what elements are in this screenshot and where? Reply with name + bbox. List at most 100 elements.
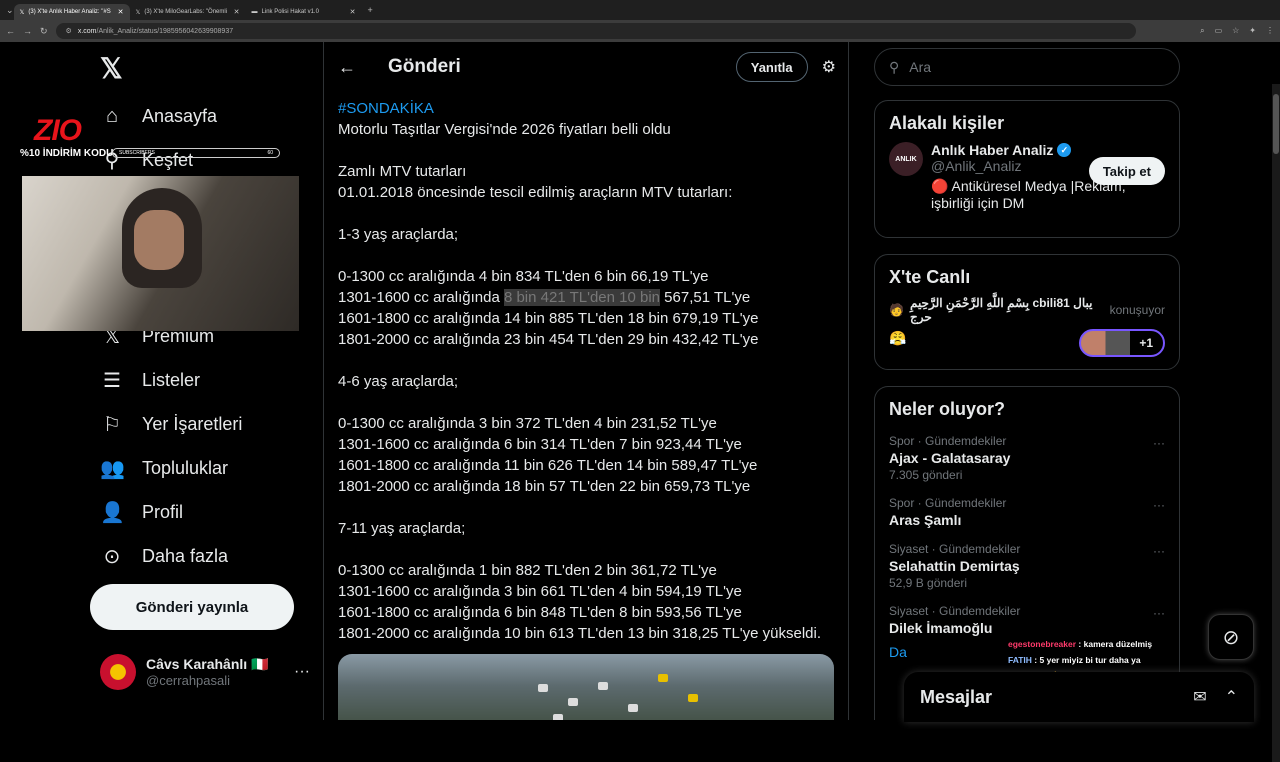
nav-item-communities[interactable]: 👥 Topluluklar [90,446,242,490]
follow-button[interactable]: Takip et [1088,157,1165,185]
account-switcher[interactable]: Câvs Karahânlı 🇮🇹 @cerrahpasali ··· [100,654,310,690]
nav-item-bookmarks[interactable]: ⚐ Yer İşaretleri [90,402,242,446]
trend-title: Ajax - Galatasaray [889,450,1011,466]
trend-item[interactable]: Siyaset · Gündemdekiler Selahattin Demirt… [875,536,1179,598]
live-space-line[interactable]: 🧑 بِسْمِ اللَّهِ الرَّحْمَنِ الرَّحِيمِ … [875,296,1179,324]
address-bar[interactable]: ⚙ x.com/Anlik_Analiz/status/198595604263… [55,23,1136,39]
back-arrow-icon[interactable]: ← [6,26,15,36]
tab-favicon-icon: ▬ [251,9,258,15]
nav-item-more[interactable]: ⊙ Daha fazla [90,534,242,578]
trend-category: Spor · Gündemdekiler [889,496,1007,510]
post-text: #SONDAKİKA Motorlu Taşıtlar Vergisi'nde … [338,98,838,644]
trend-count: 7.305 gönderi [889,468,963,482]
chat-text: 5 yer miyiz bi tur daha ya [1039,654,1141,665]
x-logo-icon[interactable]: 𝕏 [100,52,123,85]
browser-tab-strip: ⌄ 𝕏 (3) X'te Anlık Haber Analiz: "#S ✕ 𝕏 (3… [0,0,1280,20]
host-avatar: 🧑 [889,303,904,317]
post-line [338,245,838,266]
grok-icon[interactable]: ⊘ [1208,614,1254,660]
nav-item-lists[interactable]: ☰ Listeler [90,358,242,402]
zoom-icon[interactable]: ⌕ [1200,26,1204,36]
card-title: X'te Canlı [889,267,971,287]
back-arrow-icon[interactable]: ← [338,57,378,78]
more-icon[interactable]: ··· [1153,606,1165,620]
post-line: 0-1300 cc aralığında 1 bin 882 TL'den 2 … [338,562,717,579]
post-line: Zamlı MTV tutarları [338,163,467,180]
line-part: 567,51 TL'ye [660,289,751,306]
close-icon[interactable]: ✕ [350,8,356,16]
forward-arrow-icon[interactable]: → [23,26,32,36]
nav-item-home[interactable]: ⌂ Anasayfa [90,94,217,138]
browser-tab-2[interactable]: 𝕏 (3) X'te MiloGearLabs: "Önemli ✕ [130,4,246,20]
post-line: 1601-1800 cc aralığında 14 bin 885 TL'de… [338,310,759,327]
messages-title: Mesajlar [920,686,993,707]
text-selection: 8 bin 421 TL'den 10 bin [503,289,661,306]
reply-button[interactable]: Yanıtla [735,52,808,82]
url-domain: x.com [77,27,97,35]
cast-icon[interactable]: ▭ [1215,26,1223,36]
chat-message: FATIH : 5 yer miyiz bi tur daha ya [1008,654,1141,665]
profile-name: Câvs Karahânlı 🇮🇹 [146,656,269,672]
post-button[interactable]: Gönderi yayınla [90,584,294,630]
new-message-icon[interactable]: ✉ [1193,687,1206,707]
new-tab-icon[interactable]: + [368,5,373,15]
trend-item[interactable]: Spor · Gündemdekiler Aras Şamlı ··· [875,490,1179,536]
chat-message: egestonebreaker : kamera düzelmiş [1008,639,1153,649]
scrollbar-thumb[interactable] [1273,94,1279,154]
tab-favicon-icon: 𝕏 [135,9,141,16]
search-input[interactable]: ⚲ Ara [874,48,1180,86]
expand-icon[interactable]: ⌃ [1225,687,1238,707]
more-icon[interactable]: ··· [1153,436,1165,450]
browser-tab-1[interactable]: 𝕏 (3) X'te Anlık Haber Analiz: "#S ✕ [13,4,130,20]
tab-search-icon[interactable]: ⌄ [6,5,14,16]
post-line [338,539,838,560]
post-line: 1801-2000 cc aralığında 10 bin 613 TL'de… [338,625,822,642]
tab-favicon-icon: 𝕏 [19,9,25,16]
extensions-icon[interactable]: ✦ [1249,26,1256,36]
post-line [338,140,838,161]
trend-category: Spor · Gündemdekiler [889,434,1007,448]
nav-item-profile[interactable]: 👤 Profil [90,490,242,534]
site-info-icon: ⚙ [65,28,72,35]
nav-label: Yer İşaretleri [142,413,243,434]
close-icon[interactable]: ✕ [118,8,124,16]
list-icon: ☰ [103,369,121,392]
menu-icon[interactable]: ⋮ [1266,26,1274,36]
scrollbar[interactable] [1272,84,1280,762]
profile-handle: @cerrahpasali [146,673,231,688]
post-column: ← Gönderi Yanıtla ⚙ #SONDAKİKA Motorlu T… [323,42,849,720]
settings-sliders-icon[interactable]: ⚙ [822,57,836,77]
browser-toolbar: ← → ↻ ⚙ x.com/Anlik_Analiz/status/198595… [0,20,1280,42]
communities-icon: 👥 [100,457,125,480]
home-icon: ⌂ [105,104,119,127]
nav-label: Topluluklar [142,457,229,478]
related-people-card: Alakalı kişiler ANLIK Anlık Haber Analiz… [874,100,1180,238]
hashtag-link[interactable]: #SONDAKİKA [338,98,838,119]
more-circle-icon: ⊙ [103,545,121,568]
close-icon[interactable]: ✕ [234,8,240,16]
browser-tab-3[interactable]: ▬ Link Polisi Hakat v1.0 ✕ [246,4,362,20]
avatar: ANLIK [889,142,923,176]
reload-icon[interactable]: ↻ [40,26,48,37]
live-listeners-pill[interactable]: +1 [1079,329,1165,357]
post-line [338,350,838,371]
post-line: 01.01.2018 öncesinde tescil edilmiş araç… [338,184,733,201]
more-icon[interactable]: ··· [1153,544,1165,558]
post-line: 1801-2000 cc aralığında 18 bin 57 TL'den… [338,478,751,495]
post-line: 1801-2000 cc aralığında 23 bin 454 TL'de… [338,331,759,348]
live-status: konuşuyor [1109,303,1165,317]
post-image[interactable] [338,654,834,720]
subscriber-bar: SUBSCRIBERS 60 [112,148,280,158]
post-line [338,497,838,518]
trend-item[interactable]: Spor · Gündemdekiler Ajax - Galatasaray 7.… [875,428,1179,490]
post-line: 0-1300 cc aralığında 3 bin 372 TL'den 4 … [338,415,717,432]
person-icon: 👤 [100,501,125,524]
more-icon[interactable]: ··· [294,663,310,681]
chat-text: kamera düzelmiş [1083,639,1153,649]
post-line: 1-3 yaş araçlarda; [338,226,459,243]
messages-drawer[interactable]: Mesajlar ✉ ⌃ [904,672,1254,722]
left-sidebar: 𝕏 ⌂ Anasayfa ⚲ Keşfet 𝕏 Premium ☰ Listeler ⚐… [90,42,322,720]
star-icon[interactable]: ☆ [1232,26,1239,36]
more-icon[interactable]: ··· [1153,498,1165,512]
post-line: 1601-1800 cc aralığında 6 bin 848 TL'den… [338,604,742,621]
